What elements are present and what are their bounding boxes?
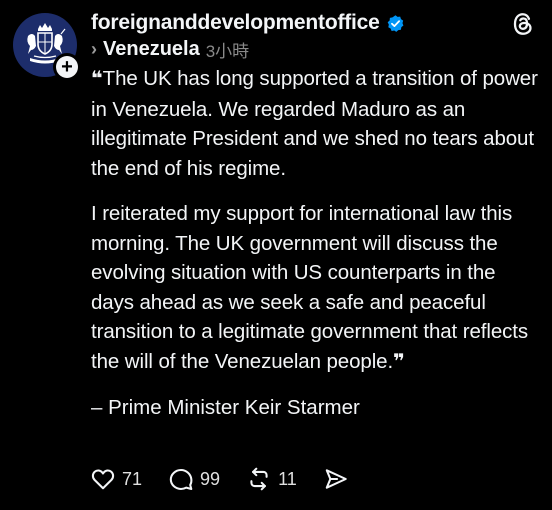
- like-count: 71: [122, 468, 143, 489]
- chevron-right-icon: ›: [91, 38, 97, 59]
- follow-button[interactable]: +: [53, 53, 81, 81]
- repost-count: 11: [278, 468, 297, 489]
- post-paragraph: I reiterated my support for internationa…: [91, 199, 541, 377]
- author-row: foreignanddevelopmentoffice: [91, 10, 492, 36]
- threads-logo-icon[interactable]: [510, 11, 536, 37]
- topic-tag[interactable]: Venezuela: [103, 38, 200, 61]
- plus-icon: +: [56, 56, 78, 78]
- post-body: ❝The UK has long supported a transition …: [91, 64, 541, 423]
- reply-button[interactable]: 99: [168, 466, 220, 492]
- open-quote-mark: ❝: [91, 68, 103, 90]
- quote-attribution: – Prime Minister Keir Starmer: [91, 396, 360, 419]
- like-button[interactable]: 71: [90, 466, 142, 492]
- send-icon: [325, 469, 347, 489]
- comment-bubble-icon: [169, 468, 193, 490]
- repost-button[interactable]: 11: [246, 466, 297, 492]
- post-paragraph: ❝The UK has long supported a transition …: [91, 64, 541, 183]
- topic-row: › Venezuela 3小時: [91, 36, 492, 62]
- share-button[interactable]: [323, 466, 349, 492]
- paragraph-text: I reiterated my support for internationa…: [91, 202, 529, 373]
- paragraph-text: The UK has long supported a transition o…: [91, 67, 538, 180]
- threads-post: + foreignanddevelopmentoffice › Venezuel…: [0, 0, 552, 510]
- post-header: foreignanddevelopmentoffice › Venezuela …: [91, 10, 492, 62]
- close-quote-mark: ❞: [393, 350, 405, 373]
- verified-badge-icon: [387, 14, 404, 32]
- author-username[interactable]: foreignanddevelopmentoffice: [91, 11, 380, 35]
- post-timestamp: 3小時: [205, 41, 250, 61]
- heart-icon: [91, 469, 115, 490]
- reply-count: 99: [200, 468, 221, 489]
- action-bar: 71 99 11: [90, 464, 375, 494]
- repost-icon: [250, 467, 268, 491]
